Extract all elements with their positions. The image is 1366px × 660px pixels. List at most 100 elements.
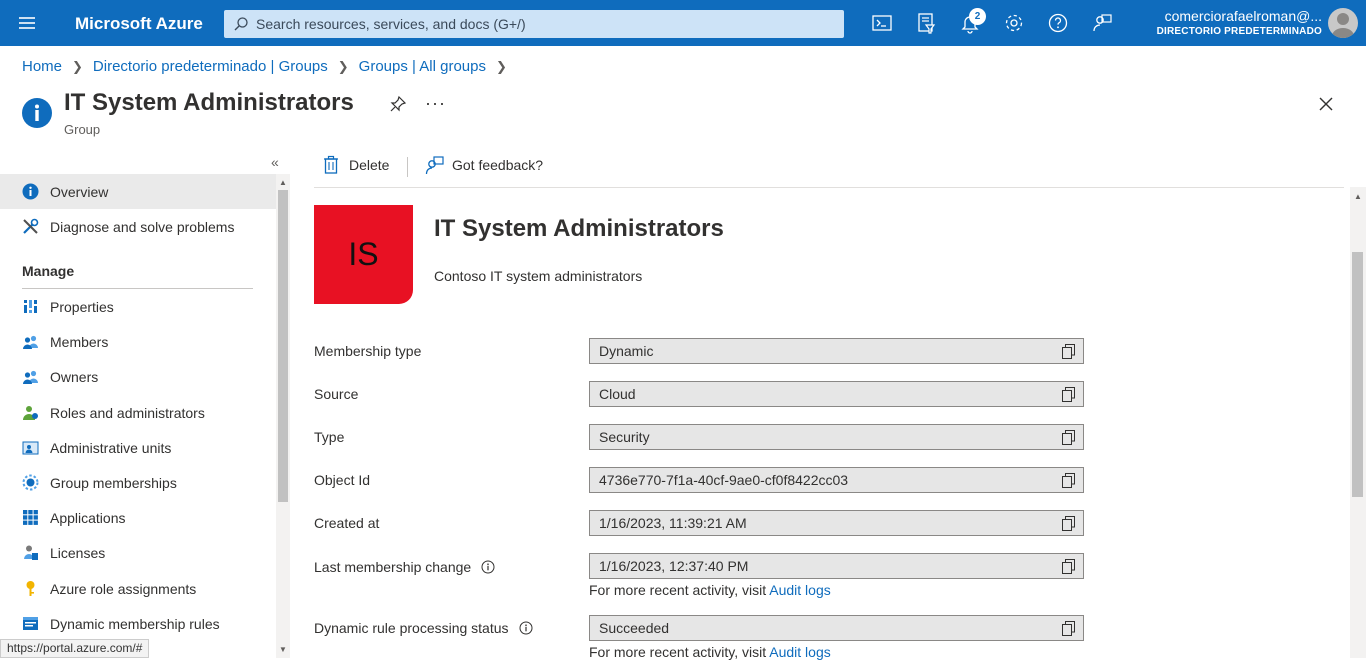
chevron-right-icon: ❯ [72, 58, 83, 74]
info-icon [22, 183, 39, 200]
info-tooltip-icon[interactable] [519, 621, 533, 635]
copy-icon[interactable] [1062, 387, 1075, 402]
collapse-sidebar-button[interactable]: « [271, 154, 279, 170]
note-text: For more recent activity, visit [589, 582, 767, 598]
sidebar-item-label: Properties [50, 298, 114, 315]
created-at-field[interactable]: 1/16/2023, 11:39:21 AM [589, 510, 1084, 536]
property-label: Source [314, 386, 359, 402]
copy-icon[interactable] [1062, 559, 1075, 574]
breadcrumb-home[interactable]: Home [22, 58, 62, 75]
breadcrumb: Home ❯ Directorio predeterminado | Group… [22, 58, 517, 75]
help-icon[interactable] [1045, 10, 1071, 36]
property-label: Created at [314, 515, 380, 531]
search-box[interactable] [224, 10, 844, 38]
licenses-icon [22, 544, 39, 561]
user-name: comerciorafaelroman@... [1164, 8, 1322, 24]
group-initials: IS [348, 236, 379, 272]
type-field[interactable]: Security [589, 424, 1084, 450]
close-icon[interactable] [1317, 95, 1335, 113]
search-input[interactable] [256, 10, 836, 38]
sidebar-item-members[interactable]: Members [0, 324, 276, 359]
pin-icon[interactable] [389, 95, 407, 113]
info-tooltip-icon[interactable] [481, 560, 495, 574]
sidebar-item-label: Group memberships [50, 474, 177, 491]
property-value: 1/16/2023, 11:39:21 AM [599, 515, 747, 531]
sidebar-item-label: Dynamic membership rules [50, 615, 220, 632]
notification-badge: 2 [969, 8, 986, 25]
sidebar-item-group-memberships[interactable]: Group memberships [0, 465, 276, 500]
menu-icon[interactable] [14, 12, 40, 34]
sidebar-item-label: Members [50, 333, 109, 350]
dynamic-rule-status-label: Dynamic rule processing status [314, 620, 533, 636]
object-id-field[interactable]: 4736e770-7f1a-40cf-9ae0-cf0f8422cc03 [589, 467, 1084, 493]
trash-icon [322, 155, 340, 175]
audit-logs-link[interactable]: Audit logs [769, 582, 830, 598]
sidebar-item-roles[interactable]: Roles and administrators [0, 395, 276, 430]
sidebar-scrollbar-thumb[interactable] [278, 190, 288, 502]
sidebar-item-owners[interactable]: Owners [0, 359, 276, 394]
group-name: IT System Administrators [434, 215, 724, 242]
last-membership-change-label: Last membership change [314, 559, 495, 575]
sidebar-item-applications[interactable]: Applications [0, 500, 276, 535]
property-label: Object Id [314, 472, 371, 488]
dynamic-rules-icon [22, 615, 39, 632]
sidebar-section-manage: Manage [22, 263, 75, 279]
source-field[interactable]: Cloud [589, 381, 1084, 407]
sidebar-item-dynamic-membership-rules[interactable]: Dynamic membership rules [0, 606, 276, 641]
sidebar-item-label: Applications [50, 509, 126, 526]
key-icon [22, 580, 39, 597]
property-value: Cloud [599, 386, 636, 402]
main-scrollbar-thumb[interactable] [1352, 252, 1363, 497]
object-id-label: Object Id [314, 472, 370, 488]
feedback-icon[interactable] [1089, 10, 1115, 36]
sidebar-item-diagnose[interactable]: Diagnose and solve problems [0, 209, 276, 244]
directory-filter-icon[interactable] [913, 10, 939, 36]
property-label: Membership type [314, 343, 422, 359]
sidebar-item-licenses[interactable]: Licenses [0, 535, 276, 570]
brand-title[interactable]: Microsoft Azure [75, 14, 203, 34]
cloud-shell-icon[interactable] [869, 10, 895, 36]
more-options-button[interactable]: ··· [425, 93, 446, 114]
dynamic-rule-status-field[interactable]: Succeeded [589, 615, 1084, 641]
user-account[interactable]: comerciorafaelroman@... DIRECTORIO PREDE… [1157, 8, 1322, 37]
page-title: IT System Administrators [64, 89, 354, 116]
feedback-button[interactable]: Got feedback? [425, 155, 543, 175]
feedback-label: Got feedback? [452, 157, 544, 173]
copy-icon[interactable] [1062, 430, 1075, 445]
sidebar-item-label: Diagnose and solve problems [50, 218, 235, 235]
members-icon [22, 333, 39, 350]
scroll-up-arrow-icon[interactable]: ▲ [279, 178, 287, 187]
property-value: Succeeded [599, 620, 670, 636]
copy-icon[interactable] [1062, 473, 1075, 488]
membership-type-field[interactable]: Dynamic [589, 338, 1084, 364]
divider [314, 187, 1344, 188]
sidebar-item-overview[interactable]: Overview [0, 174, 276, 209]
breadcrumb-directory-groups[interactable]: Directorio predeterminado | Groups [93, 58, 328, 75]
last-membership-change-field[interactable]: 1/16/2023, 12:37:40 PM [589, 553, 1084, 579]
source-label: Source [314, 386, 358, 402]
property-value: 1/16/2023, 12:37:40 PM [599, 558, 749, 574]
sidebar-item-properties[interactable]: Properties [0, 289, 276, 324]
copy-icon[interactable] [1062, 621, 1075, 636]
owners-icon [22, 368, 39, 385]
user-directory: DIRECTORIO PREDETERMINADO [1156, 26, 1322, 37]
property-value: Security [599, 429, 650, 445]
wrench-icon [22, 218, 39, 235]
sidebar-item-azure-role-assignments[interactable]: Azure role assignments [0, 571, 276, 606]
scroll-up-arrow-icon[interactable]: ▲ [1354, 192, 1362, 201]
chevron-right-icon: ❯ [495, 58, 507, 74]
scroll-down-arrow-icon[interactable]: ▼ [279, 645, 287, 654]
settings-icon[interactable] [1001, 10, 1027, 36]
sidebar-item-admin-units[interactable]: Administrative units [0, 430, 276, 465]
properties-icon [22, 298, 39, 315]
admin-units-icon [22, 439, 39, 456]
property-label: Last membership change [314, 559, 472, 575]
copy-icon[interactable] [1062, 516, 1075, 531]
sidebar-item-label: Owners [50, 368, 99, 385]
divider [407, 157, 408, 177]
sidebar-item-label: Roles and administrators [50, 404, 205, 421]
copy-icon[interactable] [1062, 344, 1075, 359]
avatar[interactable] [1328, 8, 1358, 38]
breadcrumb-all-groups[interactable]: Groups | All groups [359, 58, 486, 75]
delete-button[interactable]: Delete [322, 155, 389, 175]
